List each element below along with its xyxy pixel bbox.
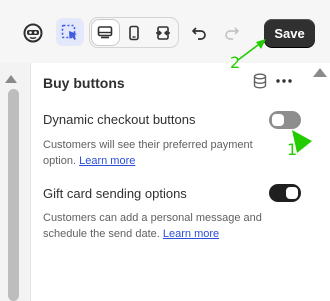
annotation-marker-2: 2 xyxy=(230,53,241,72)
annotation-marker-1: 1 xyxy=(287,140,298,159)
annotation-arrows xyxy=(237,39,312,153)
